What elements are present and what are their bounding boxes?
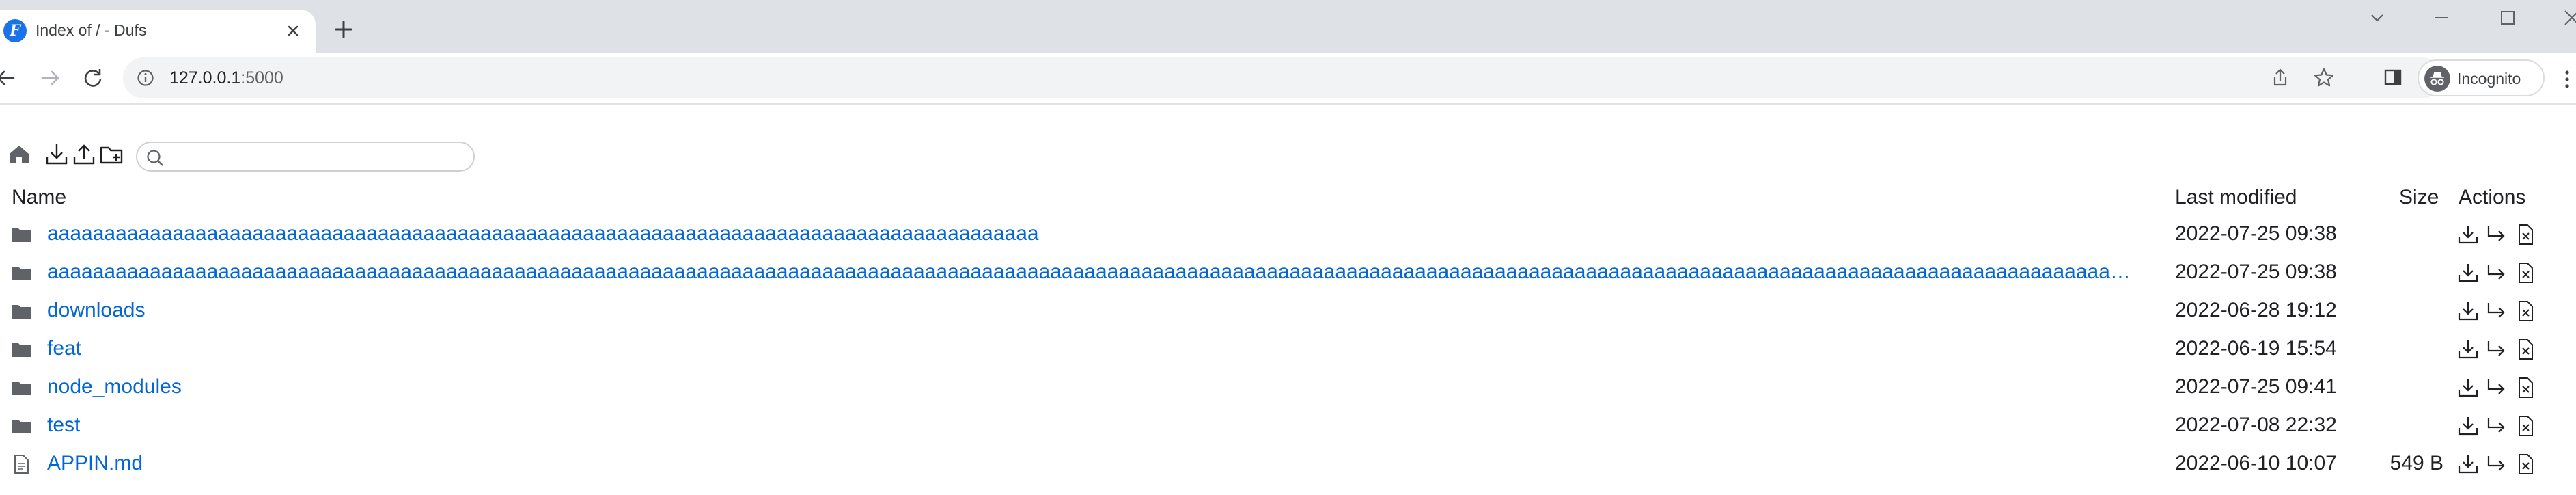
bookmark-star-icon[interactable] xyxy=(2312,66,2336,90)
delete-icon[interactable] xyxy=(2513,452,2538,477)
profile-label: Incognito xyxy=(2457,70,2521,88)
incognito-icon xyxy=(2424,66,2450,92)
table-row: feat 2022-06-19 15:54 xyxy=(0,331,2576,369)
upload-icon[interactable] xyxy=(70,141,98,168)
tab-search-chevron-icon[interactable] xyxy=(2364,4,2391,31)
site-info-icon[interactable] xyxy=(137,69,154,87)
entry-last-modified: 2022-07-25 09:38 xyxy=(2175,222,2337,245)
move-icon[interactable] xyxy=(2484,260,2509,285)
close-window-icon[interactable] xyxy=(2558,4,2576,31)
download-icon[interactable] xyxy=(2456,414,2480,438)
table-row: APPIN.md 2022-06-10 10:07 549 B xyxy=(0,446,2576,484)
move-icon[interactable] xyxy=(2484,375,2509,400)
tab-title: Index of / - Dufs xyxy=(36,21,147,39)
delete-icon[interactable] xyxy=(2513,337,2538,362)
delete-icon[interactable] xyxy=(2513,414,2538,438)
download-all-icon[interactable] xyxy=(43,141,70,168)
incognito-profile-button[interactable]: Incognito xyxy=(2418,59,2545,96)
table-row: downloads 2022-06-28 19:12 xyxy=(0,293,2576,331)
share-icon[interactable] xyxy=(2268,66,2293,90)
download-icon[interactable] xyxy=(2456,375,2480,400)
download-icon[interactable] xyxy=(2456,452,2480,477)
delete-icon[interactable] xyxy=(2513,222,2538,247)
move-icon[interactable] xyxy=(2484,452,2509,477)
new-tab-plus-icon[interactable] xyxy=(331,16,357,42)
new-folder-icon[interactable] xyxy=(98,141,126,168)
table-row: aaaaaaaaaaaaaaaaaaaaaaaaaaaaaaaaaaaaaaaa… xyxy=(0,254,2576,293)
delete-icon[interactable] xyxy=(2513,299,2538,323)
folder-icon xyxy=(10,261,33,284)
url-host: 127.0.0.1 xyxy=(169,68,241,88)
entry-name-link[interactable]: aaaaaaaaaaaaaaaaaaaaaaaaaaaaaaaaaaaaaaaa… xyxy=(47,222,1039,245)
entry-name-link[interactable]: downloads xyxy=(47,299,145,322)
move-icon[interactable] xyxy=(2484,414,2509,438)
delete-icon[interactable] xyxy=(2513,260,2538,285)
browser-tab-active[interactable]: F Index of / - Dufs xyxy=(0,10,316,53)
download-icon[interactable] xyxy=(2456,260,2480,285)
folder-icon xyxy=(10,223,33,246)
search-box[interactable] xyxy=(136,142,475,172)
entry-size: 549 B xyxy=(2390,452,2443,474)
column-header-size[interactable]: Size xyxy=(2399,186,2439,209)
minimize-icon[interactable] xyxy=(2428,4,2455,31)
table-row: node_modules 2022-07-25 09:41 xyxy=(0,369,2576,407)
entry-name-link[interactable]: APPIN.md xyxy=(47,452,143,475)
folder-icon xyxy=(10,338,33,361)
download-icon[interactable] xyxy=(2456,337,2480,362)
search-icon xyxy=(146,148,165,168)
dufs-page: Name Last modified Size Actions aaaaaaaa… xyxy=(0,105,2576,495)
back-arrow-icon[interactable] xyxy=(0,64,19,92)
entry-last-modified: 2022-06-10 10:07 xyxy=(2175,452,2337,474)
folder-icon xyxy=(10,299,33,323)
entry-last-modified: 2022-06-19 15:54 xyxy=(2175,337,2337,360)
folder-icon xyxy=(10,414,33,438)
entry-name-link[interactable]: node_modules xyxy=(47,375,182,399)
move-icon[interactable] xyxy=(2484,299,2509,323)
table-row: test 2022-07-08 22:32 xyxy=(0,407,2576,446)
delete-icon[interactable] xyxy=(2513,375,2538,400)
entry-last-modified: 2022-07-25 09:38 xyxy=(2175,260,2337,283)
column-header-name[interactable]: Name xyxy=(12,186,66,209)
search-input[interactable] xyxy=(169,146,467,169)
tab-close-icon[interactable] xyxy=(281,19,305,42)
folder-icon xyxy=(10,376,33,399)
address-url: 127.0.0.1:5000 xyxy=(169,68,283,88)
maximize-icon[interactable] xyxy=(2494,4,2521,31)
file-icon xyxy=(10,453,33,476)
entry-name-link[interactable]: aaaaaaaaaaaaaaaaaaaaaaaaaaaaaaaaaaaaaaaa… xyxy=(47,260,2131,284)
column-header-last-modified[interactable]: Last modified xyxy=(2175,186,2297,209)
entry-name-link[interactable]: test xyxy=(47,414,80,437)
column-header-actions: Actions xyxy=(2459,186,2526,209)
browser-toolbar: 127.0.0.1:5000 Incognito xyxy=(0,53,2576,105)
move-icon[interactable] xyxy=(2484,222,2509,247)
browser-menu-icon[interactable] xyxy=(2560,66,2574,93)
entry-last-modified: 2022-07-08 22:32 xyxy=(2175,414,2337,436)
entry-last-modified: 2022-06-28 19:12 xyxy=(2175,299,2337,321)
reload-icon[interactable] xyxy=(79,64,107,92)
address-bar[interactable]: 127.0.0.1:5000 xyxy=(123,57,2443,98)
entry-last-modified: 2022-07-25 09:41 xyxy=(2175,375,2337,398)
side-panel-icon[interactable] xyxy=(2381,65,2405,90)
url-port: :5000 xyxy=(240,68,283,88)
browser-tabbar: F Index of / - Dufs xyxy=(0,0,2576,53)
dufs-favicon-icon: F xyxy=(3,19,27,42)
forward-arrow-icon[interactable] xyxy=(37,64,64,92)
home-icon[interactable] xyxy=(5,141,33,168)
download-icon[interactable] xyxy=(2456,299,2480,323)
table-row: aaaaaaaaaaaaaaaaaaaaaaaaaaaaaaaaaaaaaaaa… xyxy=(0,216,2576,254)
move-icon[interactable] xyxy=(2484,337,2509,362)
entry-name-link[interactable]: feat xyxy=(47,337,81,360)
download-icon[interactable] xyxy=(2456,222,2480,247)
